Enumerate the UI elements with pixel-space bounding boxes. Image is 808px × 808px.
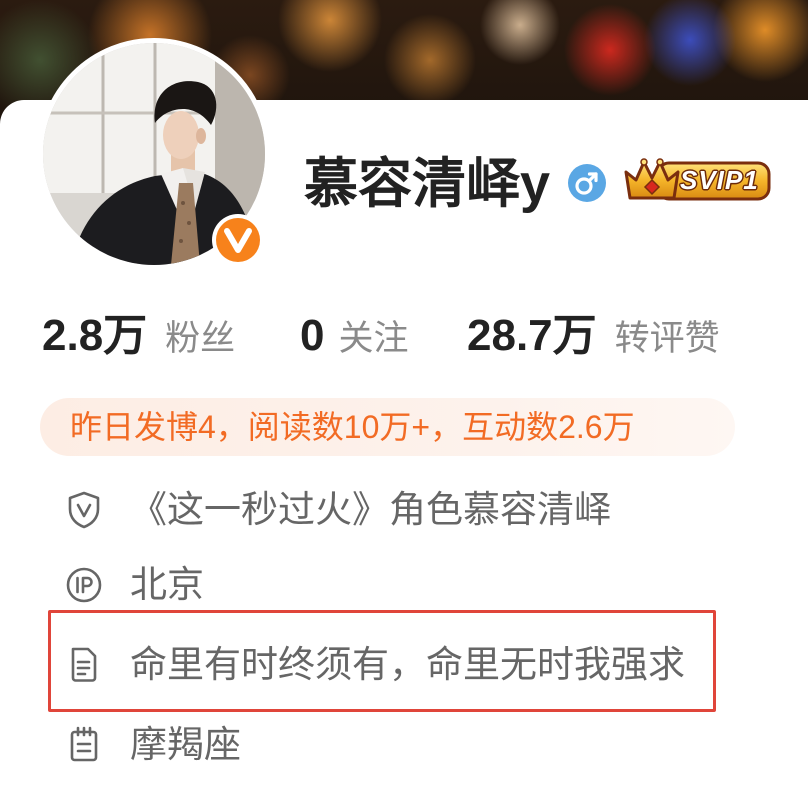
profile-name: 慕容清峄y [304, 154, 551, 214]
stat-following-label: 关注 [338, 319, 409, 358]
svip-badge-label: SVIP1 [680, 165, 759, 195]
info-row-zodiac: 摩羯座 [62, 715, 702, 775]
info-row-bio: 命里有时终须有，命里无时我强求 [62, 635, 702, 695]
stat-fans-value: 2.8万 [42, 311, 148, 360]
shield-v-icon [62, 488, 106, 532]
info-row-ip-location: 北京 [62, 555, 702, 615]
document-icon [62, 643, 106, 687]
stat-following[interactable]: 0 关注 [300, 306, 409, 366]
stat-reposts-label: 转评赞 [614, 319, 720, 358]
activity-banner[interactable]: 昨日发博4，阅读数10万+，互动数2.6万 [40, 398, 735, 456]
male-icon [567, 163, 607, 203]
stat-fans[interactable]: 2.8万 粉丝 [42, 306, 235, 366]
stat-reposts-value: 28.7万 [467, 311, 597, 360]
svip-badge[interactable]: SVIP1 [622, 154, 772, 206]
notepad-icon [62, 723, 106, 767]
info-zodiac-text: 摩羯座 [130, 724, 241, 765]
info-role-text: 《这一秒过火》角色慕容清峄 [130, 489, 611, 530]
stat-reposts-comments-likes[interactable]: 28.7万 转评赞 [467, 306, 720, 366]
stat-fans-label: 粉丝 [165, 319, 236, 358]
ip-location-icon [62, 563, 106, 607]
info-bio-text: 命里有时终须有，命里无时我强求 [130, 644, 685, 685]
info-ip-text: 北京 [130, 564, 204, 605]
info-row-role: 《这一秒过火》角色慕容清峄 [62, 480, 702, 540]
verified-v-icon[interactable] [210, 212, 266, 268]
stat-following-value: 0 [300, 311, 325, 360]
